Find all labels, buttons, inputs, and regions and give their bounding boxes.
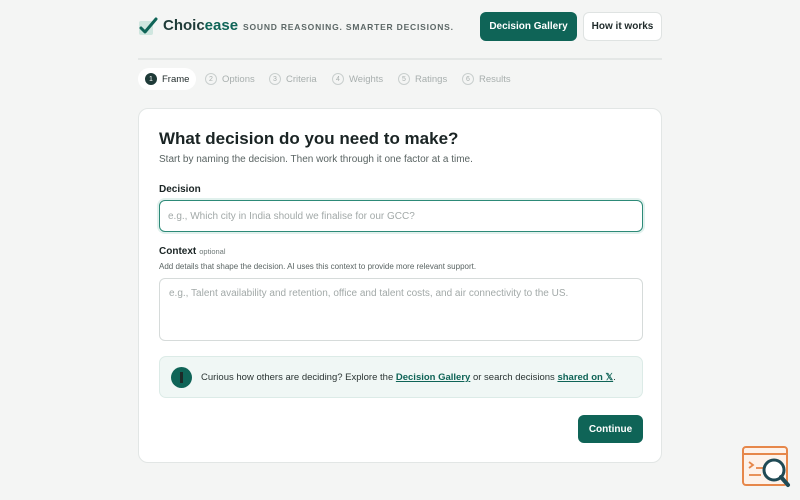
stepper: 1 Frame 2 Options 3 Criteria 4 Weights 5… xyxy=(138,68,662,90)
step-ratings[interactable]: 5 Ratings xyxy=(398,68,447,90)
step-options[interactable]: 2 Options xyxy=(205,68,255,90)
decision-gallery-button[interactable]: Decision Gallery xyxy=(480,12,577,41)
context-label: Context optional xyxy=(159,246,226,257)
step-label: Weights xyxy=(349,73,384,85)
step-label: Results xyxy=(479,73,511,85)
step-number: 6 xyxy=(462,73,474,85)
callout-middle: or search decisions xyxy=(470,372,558,383)
callout-suffix: . xyxy=(613,372,616,383)
step-label: Options xyxy=(222,73,255,85)
header-divider xyxy=(138,58,662,60)
step-number: 4 xyxy=(332,73,344,85)
step-frame[interactable]: 1 Frame xyxy=(138,68,197,90)
step-weights[interactable]: 4 Weights xyxy=(332,68,383,90)
step-number: 1 xyxy=(145,73,157,85)
step-number: 3 xyxy=(269,73,281,85)
step-results[interactable]: 6 Results xyxy=(462,68,511,90)
step-number: 2 xyxy=(205,73,217,85)
gallery-callout: Curious how others are deciding? Explore… xyxy=(159,356,643,398)
how-it-works-button[interactable]: How it works xyxy=(583,12,662,41)
callout-text: Curious how others are deciding? Explore… xyxy=(201,372,616,383)
step-label: Ratings xyxy=(415,73,448,85)
decision-form-card: What decision do you need to make? Start… xyxy=(138,108,662,463)
form-title: What decision do you need to make? xyxy=(159,129,459,148)
step-label: Criteria xyxy=(286,73,317,85)
step-criteria[interactable]: 3 Criteria xyxy=(269,68,317,90)
context-textarea[interactable] xyxy=(159,278,643,341)
decision-input[interactable] xyxy=(159,200,643,232)
form-subtitle: Start by naming the decision. Then work … xyxy=(159,154,473,165)
check-mark-logo-icon[interactable] xyxy=(138,17,158,37)
info-icon xyxy=(171,367,192,388)
optional-tag: optional xyxy=(199,247,226,256)
continue-button[interactable]: Continue xyxy=(578,415,643,443)
context-helper-text: Add details that shape the decision. AI … xyxy=(159,262,477,271)
step-number: 5 xyxy=(398,73,410,85)
decision-gallery-link[interactable]: Decision Gallery xyxy=(396,372,470,383)
brand-name-main: Choic xyxy=(163,17,205,34)
brand-name-accent: ease xyxy=(204,17,239,34)
brand-tagline: SOUND REASONING. SMARTER DECISIONS. xyxy=(243,22,454,32)
context-label-text: Context xyxy=(159,246,197,257)
step-label: Frame xyxy=(162,73,190,85)
decision-label: Decision xyxy=(159,184,201,195)
shared-on-x-link[interactable]: shared on 𝕏 xyxy=(557,372,613,383)
brand-name[interactable]: Choicease xyxy=(163,17,238,34)
callout-prefix: Curious how others are deciding? Explore… xyxy=(201,372,396,383)
search-document-icon[interactable] xyxy=(741,445,791,489)
app-header: Choicease SOUND REASONING. SMARTER DECIS… xyxy=(138,12,662,42)
